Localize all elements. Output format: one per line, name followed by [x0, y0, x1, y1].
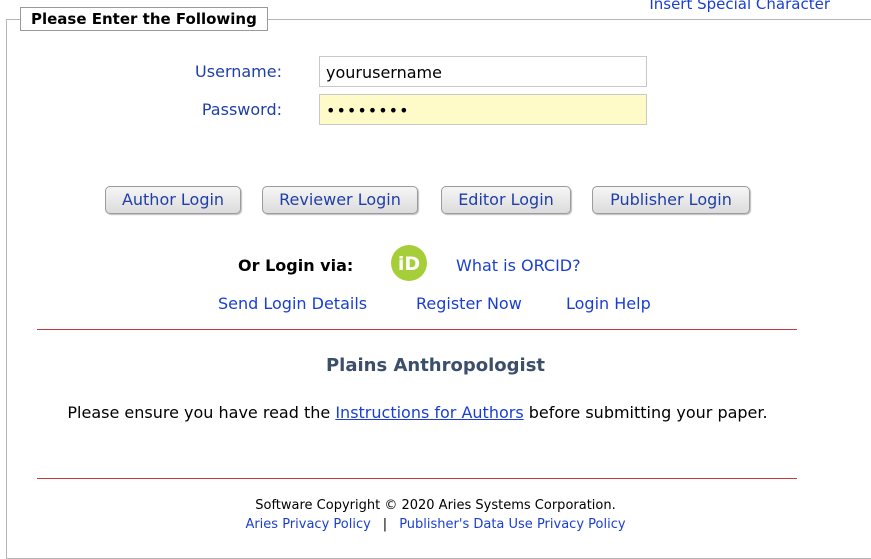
instructions-for-authors-link[interactable]: Instructions for Authors — [335, 403, 523, 422]
author-instructions-notice: Please ensure you have read the Instruct… — [60, 401, 775, 424]
password-input[interactable] — [319, 94, 647, 125]
login-help-link[interactable]: Login Help — [566, 294, 651, 313]
send-login-details-link[interactable]: Send Login Details — [218, 294, 367, 313]
divider-bottom — [37, 478, 797, 479]
notice-text-before: Please ensure you have read the — [67, 403, 336, 422]
copyright-text: Software Copyright © 2020 Aries Systems … — [255, 498, 616, 513]
aries-privacy-policy-link[interactable]: Aries Privacy Policy — [245, 517, 370, 532]
notice-text-after: before submitting your paper. — [523, 403, 768, 422]
form-legend: Please Enter the Following — [20, 7, 268, 31]
orcid-icon-text: iD — [398, 253, 420, 275]
orcid-icon[interactable]: iD — [391, 245, 427, 281]
footer-links: Aries Privacy Policy | Publisher's Data Us… — [0, 517, 871, 532]
username-label: Username: — [195, 62, 282, 81]
data-use-privacy-policy-link[interactable]: Publisher's Data Use Privacy Policy — [399, 517, 625, 532]
what-is-orcid-link[interactable]: What is ORCID? — [456, 256, 581, 275]
password-label: Password: — [201, 100, 282, 119]
editor-login-button[interactable]: Editor Login — [441, 186, 571, 214]
reviewer-login-button[interactable]: Reviewer Login — [262, 186, 418, 214]
orcid-login-label: Or Login via: — [238, 256, 354, 275]
username-input[interactable] — [319, 56, 647, 87]
divider-top — [37, 329, 797, 330]
author-login-button[interactable]: Author Login — [105, 186, 241, 214]
insert-special-character-link[interactable]: Insert Special Character — [649, 0, 830, 13]
footer-separator: | — [382, 517, 388, 532]
publisher-login-button[interactable]: Publisher Login — [592, 186, 750, 214]
journal-title: Plains Anthropologist — [325, 355, 546, 376]
register-now-link[interactable]: Register Now — [416, 294, 522, 313]
